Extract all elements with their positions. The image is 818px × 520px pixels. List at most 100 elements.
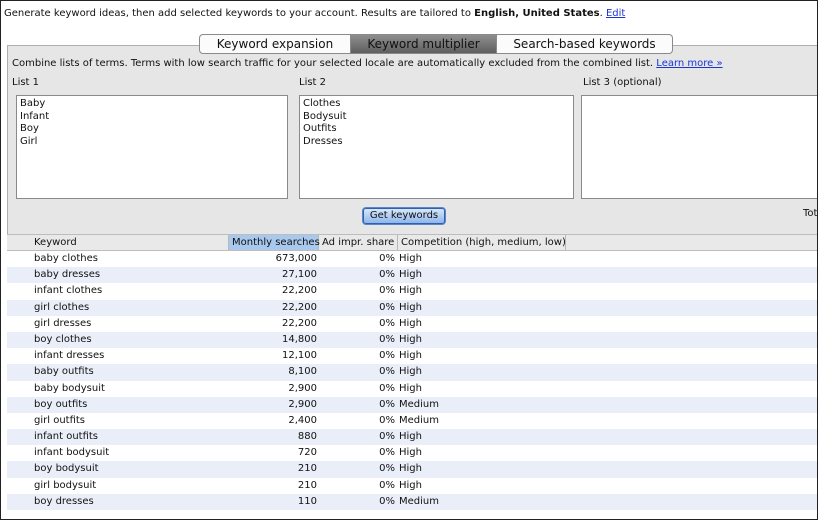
keyword-cell: infant dresses bbox=[34, 350, 105, 362]
ad-impr-share-cell: 0% bbox=[379, 398, 395, 410]
tab-keyword-expansion[interactable]: Keyword expansion bbox=[199, 34, 351, 54]
ad-impr-share-cell: 0% bbox=[379, 431, 395, 443]
competition-cell: High bbox=[399, 333, 422, 345]
ad-impr-share-cell: 0% bbox=[379, 333, 395, 345]
monthly-searches-cell: 110 bbox=[297, 495, 317, 507]
table-row[interactable]: infant outfits 880 0% High bbox=[7, 429, 817, 446]
table-row[interactable]: baby clothes 673,000 0% High bbox=[7, 251, 817, 268]
list1-label: List 1 bbox=[12, 77, 40, 88]
column-header-ad-impr-share[interactable]: Ad impr. share bbox=[319, 235, 398, 250]
locale-text: English, United States bbox=[474, 8, 600, 19]
intro-period: . bbox=[599, 8, 603, 19]
table-body: baby clothes 673,000 0% High baby dresses 27,… bbox=[7, 251, 817, 510]
get-keywords-button[interactable]: Get keywords bbox=[363, 208, 445, 224]
intro-text: Generate keyword ideas, then add selecte… bbox=[4, 8, 625, 19]
table-row[interactable]: boy clothes 14,800 0% High bbox=[7, 331, 817, 349]
monthly-searches-cell: 22,200 bbox=[282, 285, 317, 297]
column-header-monthly-searches[interactable]: Monthly searches bbox=[229, 235, 320, 250]
list-entry: Bodysuit bbox=[303, 110, 347, 122]
keyword-cell: infant clothes bbox=[34, 285, 103, 297]
ad-impr-share-cell: 0% bbox=[379, 253, 395, 264]
table-row[interactable]: baby bodysuit 2,900 0% High bbox=[7, 380, 817, 397]
table-row[interactable]: girl dresses 22,200 0% High bbox=[7, 315, 817, 332]
table-row[interactable]: baby outfits 8,100 0% High bbox=[7, 364, 817, 381]
ad-impr-share-cell: 0% bbox=[379, 382, 395, 394]
monthly-searches-cell: 2,400 bbox=[288, 414, 317, 426]
competition-cell: High bbox=[399, 285, 422, 297]
total-label: Tot bbox=[803, 208, 818, 219]
keyword-cell: baby dresses bbox=[34, 269, 101, 281]
edit-locale-link[interactable]: Edit bbox=[606, 8, 625, 19]
column-header-keyword[interactable]: Keyword bbox=[31, 235, 229, 250]
competition-cell: High bbox=[399, 350, 422, 362]
keyword-cell: boy clothes bbox=[34, 333, 92, 345]
keyword-multiplier-panel: Combine lists of terms. Terms with low s… bbox=[7, 45, 818, 235]
keyword-cell: girl outfits bbox=[34, 414, 86, 426]
table-row[interactable]: baby dresses 27,100 0% High bbox=[7, 267, 817, 284]
ad-impr-share-cell: 0% bbox=[379, 301, 395, 313]
list1-textarea[interactable]: Baby Infant Boy Girl bbox=[16, 95, 288, 199]
list2-label: List 2 bbox=[299, 77, 327, 88]
competition-cell: High bbox=[399, 431, 422, 443]
competition-cell: High bbox=[399, 479, 422, 491]
list-entry: Clothes bbox=[303, 98, 341, 109]
ad-impr-share-cell: 0% bbox=[379, 479, 395, 491]
monthly-searches-cell: 22,200 bbox=[282, 301, 317, 313]
ad-impr-share-cell: 0% bbox=[379, 463, 395, 475]
table-row[interactable]: boy outfits 2,900 0% Medium bbox=[7, 396, 817, 413]
competition-cell: High bbox=[399, 366, 422, 378]
ad-impr-share-cell: 0% bbox=[379, 317, 395, 329]
list3-label: List 3 (optional) bbox=[583, 77, 662, 88]
monthly-searches-cell: 720 bbox=[297, 447, 317, 459]
description-text: Combine lists of terms. Terms with low s… bbox=[12, 58, 654, 69]
monthly-searches-cell: 2,900 bbox=[288, 382, 317, 394]
monthly-searches-cell: 27,100 bbox=[282, 269, 317, 281]
keyword-cell: girl clothes bbox=[34, 301, 90, 313]
keyword-cell: boy dresses bbox=[34, 495, 94, 507]
keyword-cell: boy outfits bbox=[34, 398, 88, 410]
tab-search-based-keywords[interactable]: Search-based keywords bbox=[497, 34, 673, 54]
monthly-searches-cell: 14,800 bbox=[282, 333, 317, 345]
table-row[interactable]: girl clothes 22,200 0% High bbox=[7, 299, 817, 316]
keyword-cell: baby outfits bbox=[34, 366, 94, 378]
monthly-searches-cell: 210 bbox=[297, 479, 317, 491]
keyword-cell: infant bodysuit bbox=[34, 447, 110, 459]
intro-sentence: Generate keyword ideas, then add selecte… bbox=[4, 8, 475, 19]
table-row[interactable]: boy bodysuit 210 0% High bbox=[7, 461, 817, 478]
table-row[interactable]: infant dresses 12,100 0% High bbox=[7, 348, 817, 365]
list-entry: Outfits bbox=[303, 123, 337, 134]
keyword-cell: girl bodysuit bbox=[34, 479, 97, 491]
table-row[interactable]: infant clothes 22,200 0% High bbox=[7, 283, 817, 300]
competition-cell: High bbox=[399, 317, 422, 329]
ad-impr-share-cell: 0% bbox=[379, 495, 395, 507]
keyword-cell: boy bodysuit bbox=[34, 463, 99, 475]
panel-description: Combine lists of terms. Terms with low s… bbox=[12, 58, 723, 69]
learn-more-link[interactable]: Learn more » bbox=[656, 58, 722, 69]
table-header: Keyword Monthly searches Ad impr. share … bbox=[7, 234, 817, 251]
list-entry: Girl bbox=[20, 135, 38, 147]
keyword-cell: baby bodysuit bbox=[34, 382, 105, 394]
competition-cell: Medium bbox=[399, 495, 439, 507]
competition-cell: Medium bbox=[399, 398, 439, 410]
table-row[interactable]: boy dresses 110 0% Medium bbox=[7, 493, 817, 510]
table-row[interactable]: girl outfits 2,400 0% Medium bbox=[7, 412, 817, 430]
column-header-competition[interactable]: Competition (high, medium, low) bbox=[398, 235, 566, 250]
monthly-searches-cell: 12,100 bbox=[282, 350, 317, 362]
keyword-results-table: Keyword Monthly searches Ad impr. share … bbox=[7, 234, 817, 510]
table-row[interactable]: infant bodysuit 720 0% High bbox=[7, 445, 817, 462]
list-entry: Infant bbox=[20, 110, 50, 122]
keyword-cell: infant outfits bbox=[34, 431, 99, 443]
competition-cell: High bbox=[399, 301, 422, 313]
list-entry: Boy bbox=[20, 123, 39, 134]
monthly-searches-cell: 673,000 bbox=[275, 253, 317, 264]
list3-textarea[interactable] bbox=[581, 95, 817, 199]
table-row[interactable]: girl bodysuit 210 0% High bbox=[7, 477, 817, 494]
list2-textarea[interactable]: Clothes Bodysuit Outfits Dresses bbox=[299, 95, 574, 199]
monthly-searches-cell: 8,100 bbox=[288, 366, 317, 378]
competition-cell: High bbox=[399, 382, 422, 394]
keyword-tool-frame: Generate keyword ideas, then add selecte… bbox=[0, 0, 818, 520]
monthly-searches-cell: 22,200 bbox=[282, 317, 317, 329]
tab-keyword-multiplier[interactable]: Keyword multiplier bbox=[351, 34, 497, 54]
monthly-searches-cell: 2,900 bbox=[288, 398, 317, 410]
competition-cell: High bbox=[399, 269, 422, 281]
